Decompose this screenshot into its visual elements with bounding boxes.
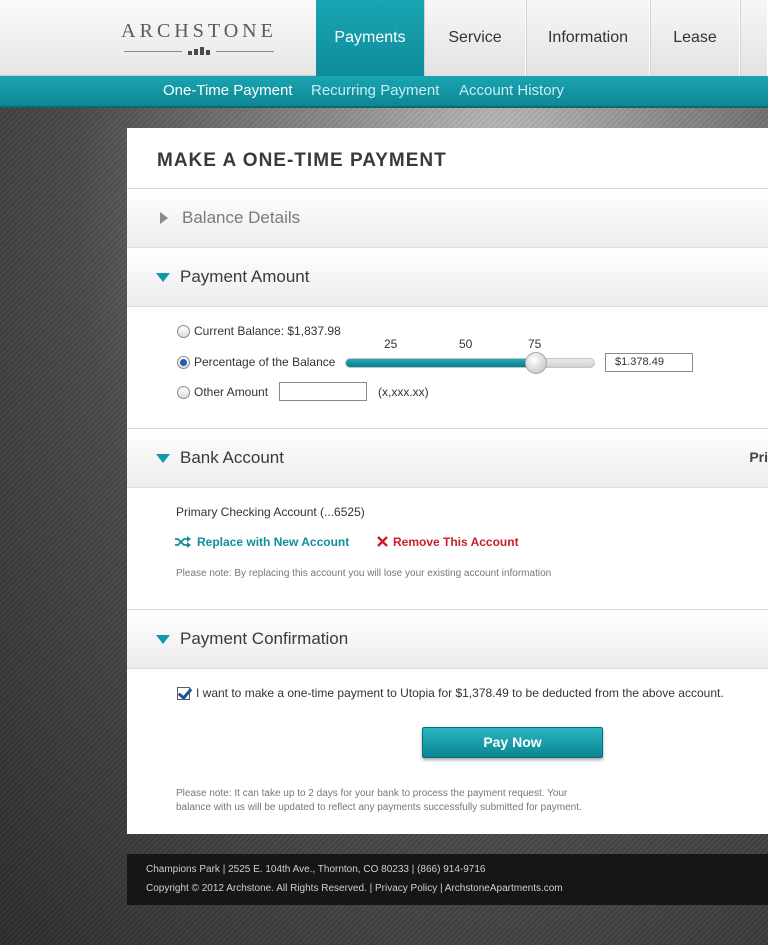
- payment-panel: MAKE A ONE-TIME PAYMENT Balance Details …: [127, 128, 768, 834]
- section-title: Balance Details: [182, 208, 301, 227]
- tab-payments[interactable]: Payments: [316, 0, 424, 76]
- balance-details-header[interactable]: Balance Details: [127, 188, 768, 248]
- subnav-recurring-payment[interactable]: Recurring Payment: [311, 76, 439, 106]
- bank-account-name: Primary Checking Account (...6525): [176, 505, 365, 519]
- bank-account-header[interactable]: Bank Account Pri: [127, 428, 768, 488]
- sub-navigation: One-Time Payment Recurring Payment Accou…: [0, 76, 768, 108]
- subnav-account-history[interactable]: Account History: [459, 76, 564, 106]
- logo-rule: [118, 46, 280, 56]
- tab-lease[interactable]: Lease: [650, 0, 740, 76]
- collapse-arrow-icon: [156, 635, 170, 644]
- payment-amount-header[interactable]: Payment Amount: [127, 247, 768, 307]
- tab-information[interactable]: Information: [526, 0, 650, 76]
- current-balance-radio[interactable]: [177, 325, 190, 338]
- footer-copyright: Copyright © 2012 Archstone. All Rights R…: [146, 883, 563, 894]
- slider-handle[interactable]: [524, 352, 547, 374]
- tab-overflow[interactable]: [740, 0, 768, 76]
- percentage-radio[interactable]: [177, 356, 190, 369]
- other-amount-radio[interactable]: [177, 386, 190, 399]
- other-amount-input[interactable]: [279, 382, 367, 401]
- remove-account-link[interactable]: Remove This Account: [393, 535, 519, 549]
- logo-text: ARCHSTONE: [121, 20, 277, 42]
- slider-tick-25: 25: [384, 337, 398, 351]
- consent-text: I want to make a one-time payment to Uto…: [196, 686, 724, 700]
- bank-header-right-label: Pri: [749, 449, 768, 465]
- payment-confirmation-header[interactable]: Payment Confirmation: [127, 609, 768, 669]
- pay-now-button[interactable]: Pay Now: [422, 727, 603, 758]
- expand-arrow-icon: [160, 212, 168, 224]
- percentage-label: Percentage of the Balance: [194, 355, 336, 369]
- site-footer: Champions Park | 2525 E. 104th Ave., Tho…: [127, 854, 768, 905]
- slider-fill: [346, 359, 536, 367]
- shuffle-icon: [175, 536, 191, 548]
- confirmation-note-line1: Please note: It can take up to 2 days fo…: [176, 788, 568, 799]
- collapse-arrow-icon: [156, 273, 170, 282]
- bank-note: Please note: By replacing this account y…: [176, 568, 552, 579]
- current-balance-label: Current Balance: $1,837.98: [194, 324, 341, 338]
- percentage-slider[interactable]: [345, 352, 595, 374]
- collapse-arrow-icon: [156, 454, 170, 463]
- subnav-one-time-payment[interactable]: One-Time Payment: [163, 76, 293, 106]
- section-title: Bank Account: [180, 448, 284, 467]
- section-title: Payment Confirmation: [180, 629, 349, 648]
- slider-tick-75: 75: [528, 337, 542, 351]
- footer-address: Champions Park | 2525 E. 104th Ave., Tho…: [146, 864, 486, 875]
- other-amount-label: Other Amount: [194, 385, 269, 399]
- confirmation-note-line2: balance with us will be updated to refle…: [176, 802, 582, 813]
- page-title: MAKE A ONE-TIME PAYMENT: [157, 150, 447, 171]
- slider-amount-field[interactable]: $1.378.49: [605, 353, 693, 372]
- other-amount-hint: (x,xxx.xx): [378, 385, 429, 399]
- tab-service[interactable]: Service: [424, 0, 526, 76]
- archstone-logo[interactable]: ARCHSTONE: [118, 20, 280, 56]
- close-icon: [377, 536, 388, 547]
- consent-checkbox[interactable]: [177, 687, 190, 700]
- slider-tick-50: 50: [459, 337, 473, 351]
- logo-mark-icon: [188, 47, 210, 55]
- replace-account-link[interactable]: Replace with New Account: [197, 535, 349, 549]
- section-title: Payment Amount: [180, 267, 310, 286]
